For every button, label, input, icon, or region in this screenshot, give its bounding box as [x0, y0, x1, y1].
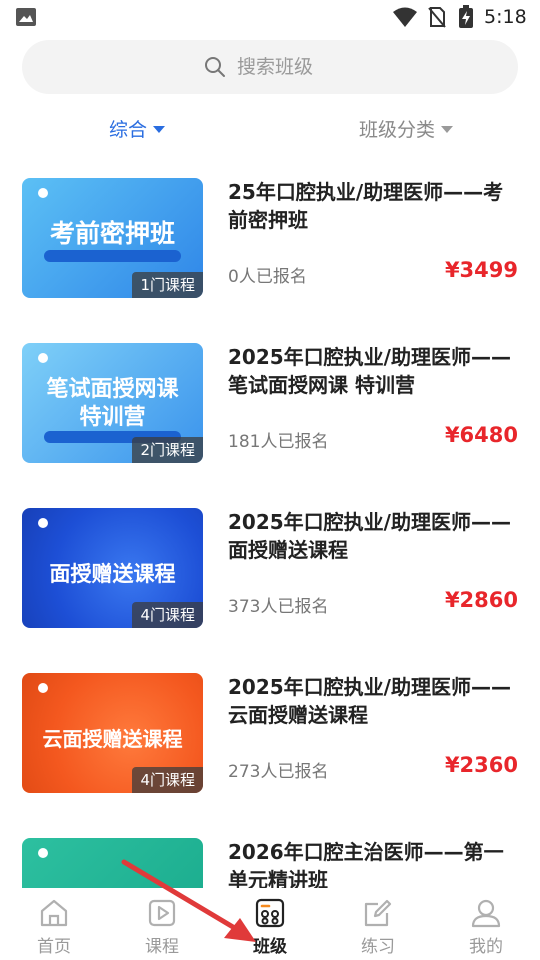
course-count-badge: 4门课程 — [132, 602, 203, 628]
thumb-strip — [44, 250, 181, 262]
class-item[interactable]: 笔试面授网课 特训营 2门课程 2025年口腔执业/助理医师——笔试面授网课 特… — [0, 325, 540, 465]
home-icon — [40, 899, 68, 927]
status-time: 5:18 — [484, 6, 527, 28]
search-bar[interactable] — [22, 40, 518, 94]
bottom-nav: 首页 课程 班级 练习 我的 — [0, 888, 540, 960]
play-icon — [148, 899, 176, 927]
class-title: 2025年口腔执业/助理医师——笔试面授网课 特训营 — [228, 345, 511, 397]
category-filter[interactable]: 班级分类 — [359, 108, 454, 148]
sort-filter-label: 综合 — [109, 118, 148, 141]
caret-down-icon — [441, 125, 454, 133]
class-title: 25年口腔执业/助理医师——考前密押班 — [228, 180, 504, 232]
nav-courses-label: 课程 — [145, 937, 179, 957]
course-count-badge: 1门课程 — [132, 272, 203, 298]
nav-courses[interactable]: 课程 — [122, 896, 202, 957]
person-icon — [471, 899, 501, 928]
class-thumbnail: 笔试面授网课 特训营 2门课程 — [22, 343, 203, 463]
wifi-icon — [393, 7, 417, 27]
class-thumbnail — [22, 838, 203, 890]
brand-logo-icon — [38, 518, 51, 528]
class-list: 考前密押班 1门课程 25年口腔执业/助理医师——考前密押班 0人已报名 ¥34… — [0, 160, 540, 890]
class-icon — [255, 898, 285, 928]
thumb-headline: 面授赠送课程 — [49, 562, 176, 586]
search-input[interactable] — [237, 56, 337, 78]
class-item[interactable]: 云面授赠送课程 4门课程 2025年口腔执业/助理医师——云面授赠送课程 273… — [0, 655, 540, 795]
nav-practice-label: 练习 — [361, 937, 395, 957]
class-item[interactable]: 2026年口腔主治医师——第一单元精讲班 — [0, 820, 540, 890]
nav-mine[interactable]: 我的 — [446, 896, 526, 957]
enrolled-count: 181人已报名 — [228, 432, 329, 452]
brand-logo-icon — [38, 683, 51, 693]
image-icon — [16, 8, 36, 26]
thumb-headline-2: 特训营 — [79, 405, 146, 430]
brand-logo-icon — [38, 188, 51, 198]
class-price: ¥3499 — [444, 258, 518, 282]
search-icon — [205, 57, 225, 77]
nav-home-label: 首页 — [37, 937, 71, 957]
filter-bar: 综合 班级分类 — [0, 108, 540, 148]
nav-home[interactable]: 首页 — [14, 896, 94, 957]
course-count-badge: 4门课程 — [132, 767, 203, 793]
thumb-headline: 云面授赠送课程 — [42, 727, 183, 751]
class-price: ¥2360 — [444, 753, 518, 777]
enrolled-count: 0人已报名 — [228, 267, 307, 287]
nav-classes-label: 班级 — [253, 937, 287, 957]
battery-charging-icon — [459, 5, 473, 28]
edit-icon — [364, 899, 392, 927]
class-price: ¥6480 — [444, 423, 518, 447]
class-item[interactable]: 考前密押班 1门课程 25年口腔执业/助理医师——考前密押班 0人已报名 ¥34… — [0, 160, 540, 300]
class-thumbnail: 云面授赠送课程 4门课程 — [22, 673, 203, 793]
nav-classes[interactable]: 班级 — [230, 896, 310, 957]
enrolled-count: 273人已报名 — [228, 762, 329, 782]
thumb-headline: 考前密押班 — [49, 219, 175, 248]
enrolled-count: 373人已报名 — [228, 597, 329, 617]
caret-down-icon — [153, 125, 166, 133]
class-item[interactable]: 面授赠送课程 4门课程 2025年口腔执业/助理医师——面授赠送课程 373人已… — [0, 490, 540, 630]
class-thumbnail: 面授赠送课程 4门课程 — [22, 508, 203, 628]
class-title: 2026年口腔主治医师——第一单元精讲班 — [228, 840, 504, 890]
class-thumbnail: 考前密押班 1门课程 — [22, 178, 203, 298]
brand-logo-icon — [38, 353, 51, 363]
class-price: ¥2860 — [444, 588, 518, 612]
status-bar: 5:18 — [0, 0, 540, 36]
brand-logo-icon — [38, 848, 51, 858]
nav-mine-label: 我的 — [469, 937, 503, 957]
class-title: 2025年口腔执业/助理医师——云面授赠送课程 — [228, 675, 511, 727]
category-filter-label: 班级分类 — [359, 118, 436, 141]
class-title: 2025年口腔执业/助理医师——面授赠送课程 — [228, 510, 511, 562]
sort-filter[interactable]: 综合 — [109, 108, 166, 148]
no-sim-icon — [428, 7, 446, 28]
course-count-badge: 2门课程 — [132, 437, 203, 463]
nav-practice[interactable]: 练习 — [338, 896, 418, 957]
